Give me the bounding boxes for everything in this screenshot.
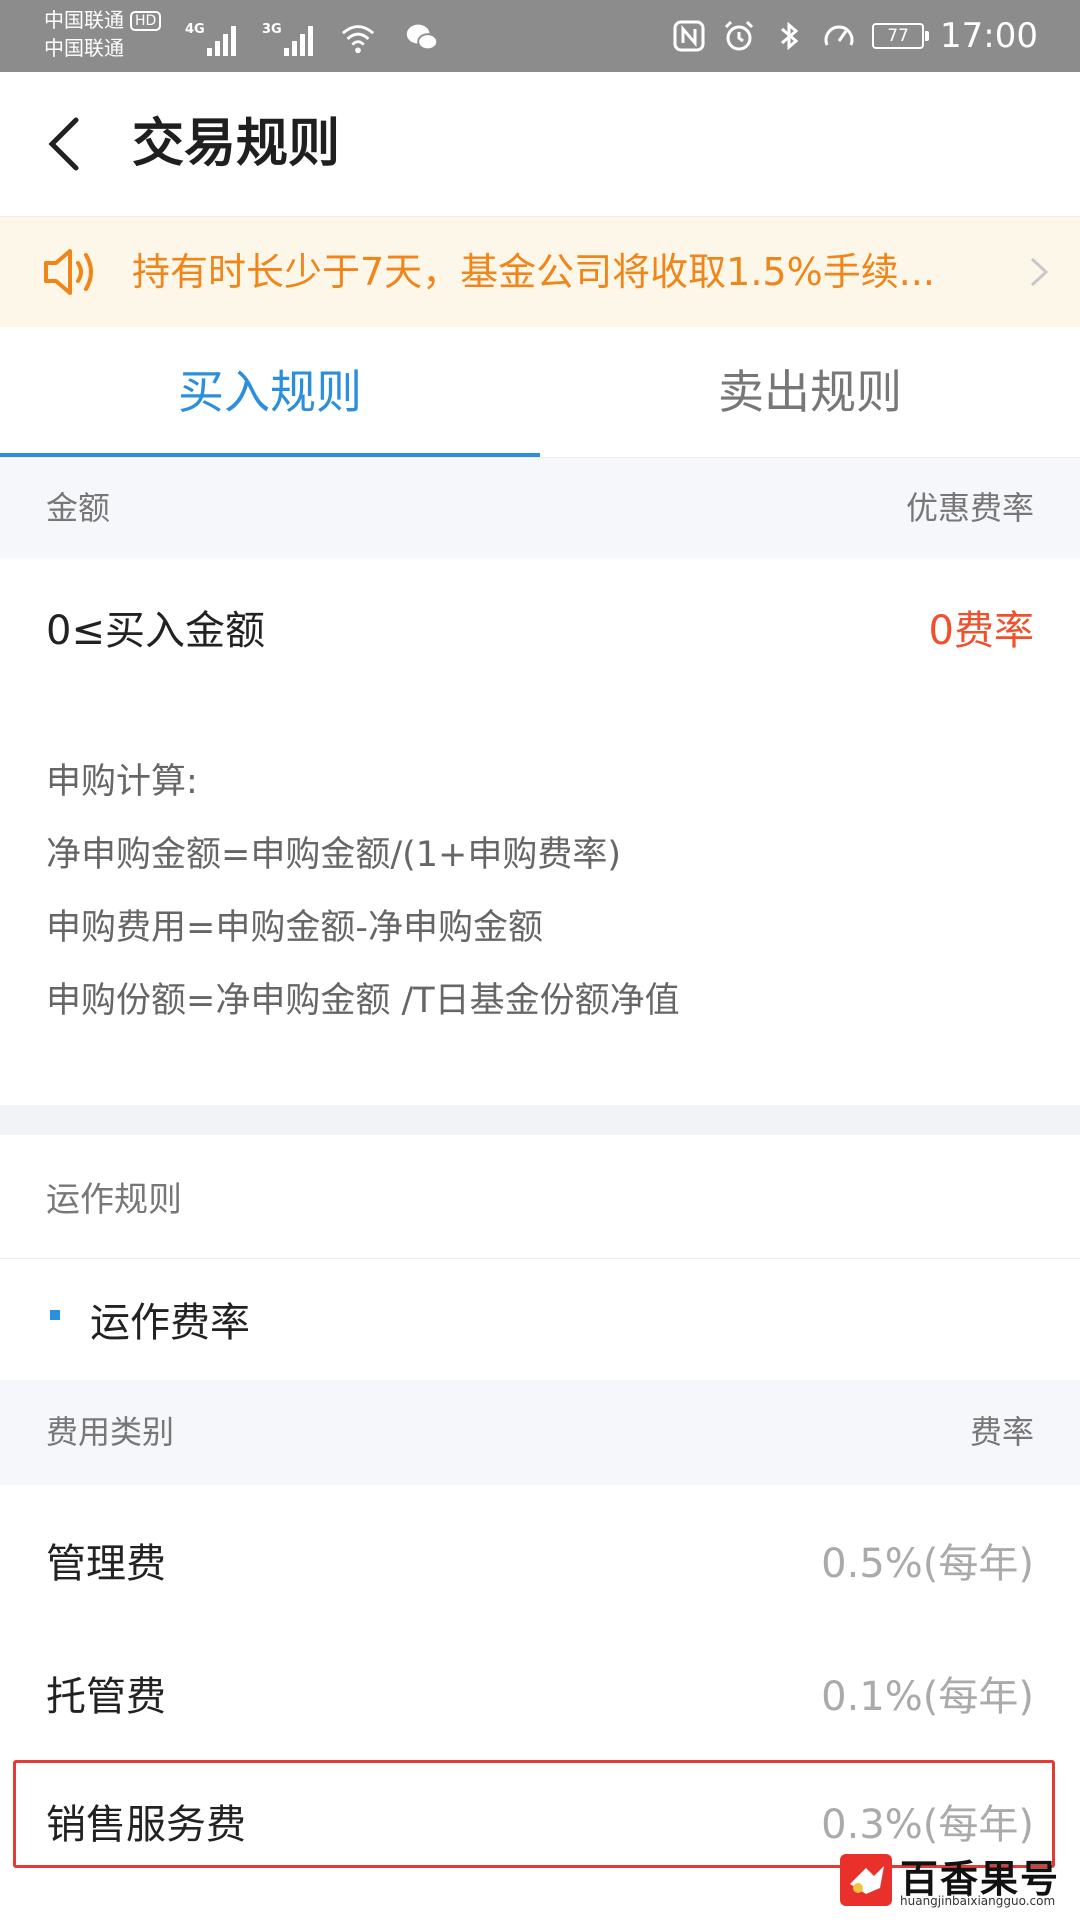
nfc-icon — [673, 20, 705, 52]
carrier-info: 中国联通 HD 中国联通 — [44, 6, 162, 62]
formula-line: 净申购金额=申购金额/(1+申购费率) — [46, 835, 622, 875]
operations-subtitle: 运作费率 — [90, 1300, 250, 1346]
fee-table-header: 费用类别 费率 — [0, 1380, 1080, 1485]
formula-line: 申购费用=申购金额-净申购金额 — [46, 908, 543, 948]
speed-icon — [824, 25, 854, 46]
operations-title: 运作规则 — [46, 1180, 182, 1220]
fee-label: 托管费 — [46, 1674, 166, 1720]
status-time: 17:00 — [940, 16, 1038, 56]
battery-icon: 77 — [872, 23, 930, 49]
nav-header: 交易规则 — [0, 72, 1080, 217]
carrier-2: 中国联通 — [44, 36, 124, 60]
carrier-1: 中国联通 — [44, 8, 124, 32]
header-amount: 金额 — [46, 489, 111, 527]
bullet-icon — [50, 1310, 60, 1320]
buy-table-header: 金额 优惠费率 — [0, 458, 1080, 558]
table-row: 管理费 0.5%(每年) — [0, 1485, 1080, 1620]
subscription-formula: 申购计算: 净申购金额=申购金额/(1+申购费率) 申购费用=申购金额-净申购金… — [46, 746, 680, 1038]
page-title: 交易规则 — [132, 114, 341, 174]
divider — [0, 1258, 1080, 1259]
watermark-logo-icon — [840, 1854, 892, 1906]
fee-label: 管理费 — [46, 1541, 166, 1587]
status-right: 77 17:00 — [672, 0, 1038, 72]
alarm-icon — [724, 20, 754, 51]
hd-badge: HD — [130, 11, 162, 31]
buy-rate-row: 0≤买入金额 0费率 — [0, 558, 1080, 688]
section-divider — [0, 1105, 1080, 1135]
status-bar: 中国联通 HD 中国联通 4G 3G 77 17:00 — [0, 0, 1080, 72]
wifi-icon — [341, 25, 375, 54]
speaker-icon — [44, 249, 93, 295]
table-row: 托管费 0.1%(每年) — [0, 1620, 1080, 1755]
watermark: 百香果号 huangjinbaixiangguo.com — [840, 1848, 1070, 1914]
header-fee-type: 费用类别 — [46, 1413, 175, 1451]
signal-group: 4G 3G — [185, 12, 441, 56]
tab-sell-rules[interactable]: 卖出规则 — [540, 327, 1080, 457]
watermark-url: huangjinbaixiangguo.com — [900, 1894, 1056, 1908]
header-discount-rate: 优惠费率 — [905, 489, 1034, 527]
buy-rate-value: 0费率 — [928, 608, 1034, 654]
notice-text: 持有时长少于7天，基金公司将收取1.5%手续... — [132, 250, 935, 294]
back-arrow-icon[interactable] — [36, 112, 100, 176]
wechat-icon — [406, 24, 439, 51]
tab-buy-rules[interactable]: 买入规则 — [0, 327, 540, 457]
formula-line: 申购份额=净申购金额 /T日基金份额净值 — [46, 981, 680, 1021]
rules-tabs: 买入规则 卖出规则 — [0, 327, 1080, 458]
active-tab-indicator — [0, 453, 540, 457]
fee-value: 0.1%(每年) — [821, 1674, 1034, 1720]
chevron-right-icon — [1030, 257, 1049, 287]
buy-amount-label: 0≤买入金额 — [46, 608, 265, 654]
bluetooth-icon — [781, 21, 799, 51]
fee-value: 0.5%(每年) — [821, 1541, 1034, 1587]
formula-title: 申购计算: — [46, 762, 198, 802]
notice-banner[interactable]: 持有时长少于7天，基金公司将收取1.5%手续... — [0, 217, 1080, 327]
signal-3g-icon: 3G — [262, 22, 313, 56]
header-fee-rate: 费率 — [969, 1413, 1034, 1451]
signal-4g-icon: 4G — [185, 22, 236, 56]
